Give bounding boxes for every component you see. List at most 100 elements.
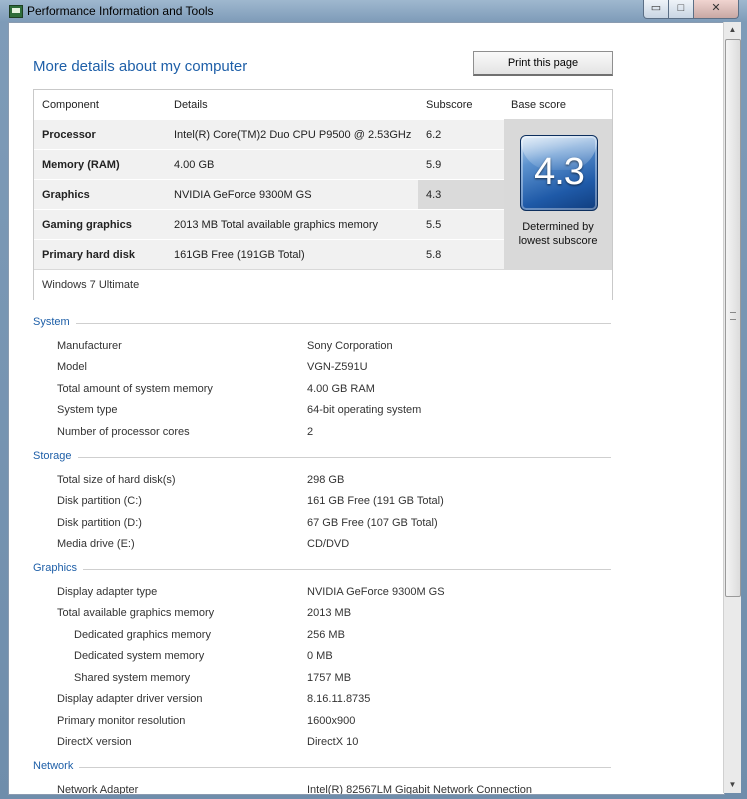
- property-row: Dedicated graphics memory 256 MB: [9, 629, 709, 645]
- section-divider: [33, 457, 611, 458]
- section-network: Network: [33, 760, 611, 774]
- component-name: Primary hard disk: [42, 249, 135, 261]
- property-value: 8.16.11.8735: [307, 693, 371, 705]
- property-label: Number of processor cores: [57, 426, 190, 438]
- property-value: DirectX 10: [307, 736, 359, 748]
- property-row: Model VGN-Z591U: [9, 361, 709, 377]
- content-area: More details about my computer Print thi…: [8, 22, 725, 795]
- minimize-button[interactable]: ▭: [643, 0, 669, 19]
- property-row: Manufacturer Sony Corporation: [9, 340, 709, 356]
- property-value: 161 GB Free (191 GB Total): [307, 495, 444, 507]
- maximize-button[interactable]: □: [668, 0, 694, 19]
- property-label: Disk partition (D:): [57, 517, 142, 529]
- scrollbar-grip-icon: [730, 312, 736, 320]
- property-value: 67 GB Free (107 GB Total): [307, 517, 438, 529]
- property-row: Shared system memory 1757 MB: [9, 672, 709, 688]
- component-name: Processor: [42, 129, 96, 141]
- property-row: Dedicated system memory 0 MB: [9, 650, 709, 666]
- property-value: 0 MB: [307, 650, 333, 662]
- property-row: Total available graphics memory 2013 MB: [9, 607, 709, 623]
- property-label: Total available graphics memory: [57, 607, 215, 619]
- app-window: Performance Information and Tools ▭ □ ✕ …: [0, 0, 747, 799]
- scroll-up-arrow-icon[interactable]: ▲: [724, 22, 741, 38]
- component-details: 2013 MB Total available graphics memory: [174, 219, 379, 231]
- property-row: Disk partition (C:) 161 GB Free (191 GB T…: [9, 495, 709, 511]
- section-divider: [33, 767, 611, 768]
- property-label: Model: [57, 361, 87, 373]
- component-subscore: 4.3: [426, 189, 442, 201]
- score-row: Memory (RAM) 4.00 GB 5.9: [34, 149, 504, 180]
- property-label: Dedicated graphics memory: [74, 629, 211, 641]
- component-name: Memory (RAM): [42, 159, 120, 171]
- section-graphics: Graphics: [33, 562, 611, 576]
- property-label: Disk partition (C:): [57, 495, 142, 507]
- property-row: Display adapter type NVIDIA GeForce 9300M…: [9, 586, 709, 602]
- property-row: Total size of hard disk(s) 298 GB: [9, 474, 709, 490]
- base-score-caption-line1: Determined by: [522, 221, 594, 233]
- section-title: Graphics: [33, 562, 84, 574]
- property-row: Display adapter driver version 8.16.11.87…: [9, 693, 709, 709]
- section-storage: Storage: [33, 450, 611, 464]
- score-table-header: Component Details Subscore Base score: [34, 90, 612, 119]
- os-edition-row: Windows 7 Ultimate: [34, 269, 612, 300]
- score-row: Gaming graphics 2013 MB Total available …: [34, 209, 504, 240]
- component-details: 4.00 GB: [174, 159, 215, 171]
- property-label: Network Adapter: [57, 784, 139, 795]
- property-row: Media drive (E:) CD/DVD: [9, 538, 709, 554]
- header-base-score: Base score: [511, 99, 567, 111]
- property-label: Display adapter type: [57, 586, 158, 598]
- property-value: 4.00 GB RAM: [307, 383, 375, 395]
- property-value: 2: [307, 426, 314, 438]
- scroll-down-arrow-icon[interactable]: ▼: [724, 777, 741, 793]
- property-row: Network Adapter Intel(R) 82567LM Gigabit …: [9, 784, 709, 795]
- section-system: System: [33, 316, 611, 330]
- component-subscore: 5.8: [426, 249, 442, 261]
- scrollbar-thumb[interactable]: [725, 39, 741, 597]
- component-details: 161GB Free (191GB Total): [174, 249, 305, 261]
- property-value: NVIDIA GeForce 9300M GS: [307, 586, 445, 598]
- vertical-scrollbar[interactable]: ▲ ▼: [723, 22, 741, 793]
- property-row: Primary monitor resolution 1600x900: [9, 715, 709, 731]
- score-row: Primary hard disk 161GB Free (191GB Tota…: [34, 239, 504, 270]
- section-title: Network: [33, 760, 80, 772]
- property-value: CD/DVD: [307, 538, 350, 550]
- print-page-button[interactable]: Print this page: [473, 51, 613, 76]
- score-table: Component Details Subscore Base score Pr…: [33, 89, 613, 300]
- score-row: Processor Intel(R) Core(TM)2 Duo CPU P95…: [34, 119, 504, 150]
- property-value: VGN-Z591U: [307, 361, 368, 373]
- property-label: Media drive (E:): [57, 538, 135, 550]
- section-divider: [33, 323, 611, 324]
- header-details: Details: [174, 99, 208, 111]
- component-subscore: 5.5: [426, 219, 442, 231]
- base-score-caption-line2: lowest subscore: [518, 235, 598, 247]
- base-score-caption: Determined by lowest subscore: [504, 220, 612, 248]
- section-divider: [33, 569, 611, 570]
- title-bar[interactable]: Performance Information and Tools: [0, 0, 747, 22]
- property-value: 298 GB: [307, 474, 345, 486]
- property-label: DirectX version: [57, 736, 132, 748]
- property-label: Primary monitor resolution: [57, 715, 186, 727]
- base-score-value: 4.3: [534, 151, 585, 193]
- property-value: 1757 MB: [307, 672, 352, 684]
- property-value: 256 MB: [307, 629, 345, 641]
- header-component: Component: [42, 99, 99, 111]
- property-value: 1600x900: [307, 715, 356, 727]
- property-row: DirectX version DirectX 10: [9, 736, 709, 752]
- property-row: Number of processor cores 2: [9, 426, 709, 442]
- section-title: System: [33, 316, 76, 328]
- base-score-badge-icon: 4.3: [520, 135, 598, 211]
- property-row: System type 64-bit operating system: [9, 404, 709, 420]
- component-subscore: 5.9: [426, 159, 442, 171]
- property-label: Total amount of system memory: [57, 383, 213, 395]
- component-subscore: 6.2: [426, 129, 442, 141]
- component-name: Graphics: [42, 189, 90, 201]
- performance-app-icon: [9, 5, 23, 18]
- property-value: Sony Corporation: [307, 340, 393, 352]
- property-value: 64-bit operating system: [307, 404, 422, 416]
- window-title: Performance Information and Tools: [27, 4, 214, 18]
- property-value: Intel(R) 82567LM Gigabit Network Connect…: [307, 784, 533, 795]
- close-button[interactable]: ✕: [693, 0, 739, 19]
- property-row: Total amount of system memory 4.00 GB RAM: [9, 383, 709, 399]
- property-value: 2013 MB: [307, 607, 352, 619]
- property-label: Shared system memory: [74, 672, 191, 684]
